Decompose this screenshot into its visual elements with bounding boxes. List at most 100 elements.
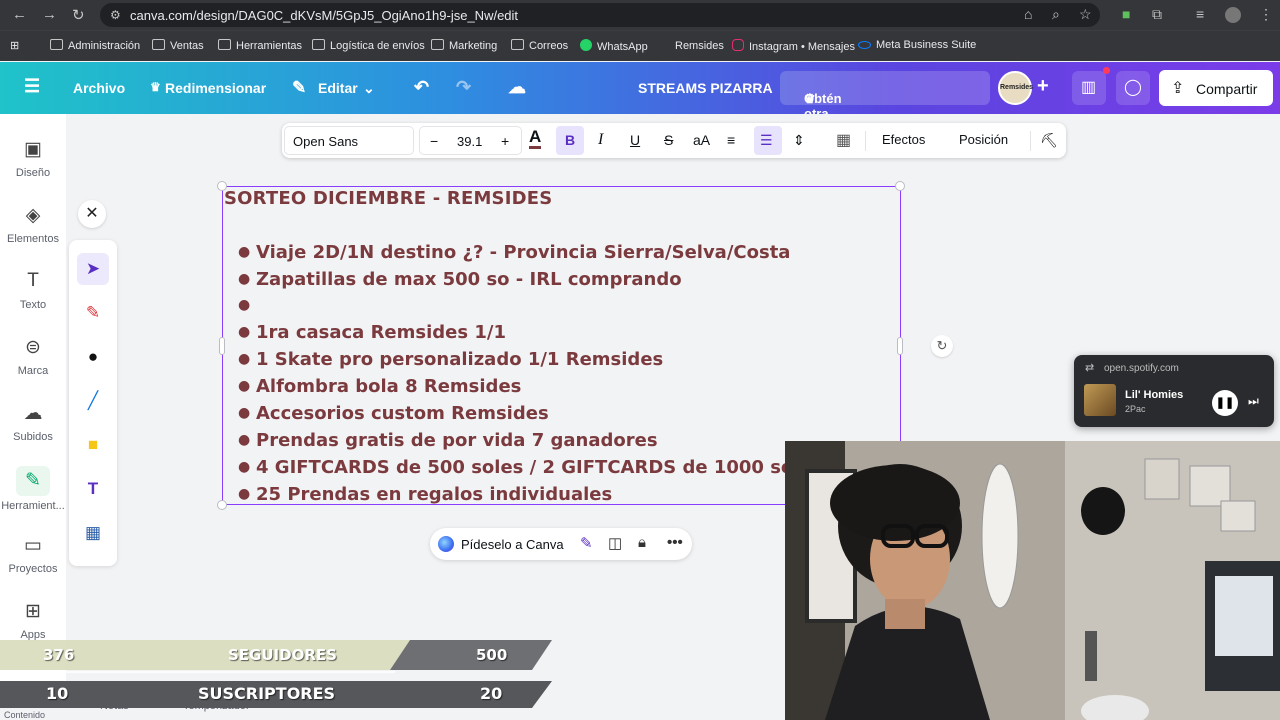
chevron-down-icon[interactable]: ⌄ [363, 80, 375, 97]
document-heading[interactable]: SORTEO DICIEMBRE - REMSIDES [224, 188, 552, 209]
menu-dots-icon[interactable]: ⋮ [1259, 6, 1273, 23]
whatsapp-icon [580, 39, 592, 51]
add-comment-icon[interactable]: ◫ [608, 534, 622, 552]
position-button[interactable]: Posición [959, 132, 1008, 147]
text-tool-icon[interactable]: T [77, 473, 109, 505]
underline-icon[interactable]: U [630, 132, 640, 148]
list-item[interactable]: ● 1ra casaca Remsides 1/1 [238, 322, 506, 343]
transparency-icon[interactable]: ▦ [836, 130, 851, 150]
effects-button[interactable]: Efectos [882, 132, 925, 147]
extensions-icon[interactable]: ⧉ [1152, 6, 1162, 23]
next-track-icon[interactable]: ⏭︎ [1248, 394, 1259, 409]
bookmark-correos[interactable]: Correos [511, 39, 568, 52]
paint-format-icon[interactable]: ⛏ [1040, 132, 1058, 149]
pause-button[interactable]: ❚❚ [1212, 390, 1238, 416]
redo-icon[interactable]: ↷ [456, 77, 471, 98]
reload-icon[interactable]: ↻ [72, 6, 85, 24]
reading-list-icon[interactable]: ≡ [1196, 6, 1204, 22]
avatar[interactable]: Remsides [998, 71, 1033, 105]
font-family-select[interactable]: Open Sans [284, 126, 414, 155]
extension-icon[interactable]: ■ [1122, 6, 1130, 22]
sidebar-item-brand[interactable]: ⊜ Marca [0, 336, 66, 377]
bookmark-star-icon[interactable]: ☆ [1079, 6, 1092, 23]
sidebar-item-elements[interactable]: ◈ Elementos [0, 204, 66, 245]
list-item[interactable]: ● [238, 295, 256, 316]
italic-icon[interactable]: I [598, 131, 603, 149]
bookmark-instagram[interactable]: Instagram • Mensajes [732, 39, 855, 53]
profile-avatar[interactable] [1225, 7, 1241, 23]
translate-icon[interactable]: ⌂ [1024, 6, 1032, 22]
sidebar-item-apps[interactable]: ⊞ Apps [0, 600, 66, 641]
strikethrough-icon[interactable]: S [664, 132, 673, 148]
decrease-size-button[interactable]: − [430, 133, 438, 149]
rotate-icon[interactable]: ↻ [931, 335, 953, 357]
undo-icon[interactable]: ↶ [414, 77, 429, 98]
list-item[interactable]: ● Accesorios custom Remsides [238, 403, 549, 424]
bookmark-whatsapp[interactable]: WhatsApp [580, 39, 648, 53]
list-item[interactable]: ● Zapatillas de max 500 so - IRL comprand… [238, 269, 682, 290]
resize-handle-top-right[interactable] [895, 181, 905, 191]
spacing-icon[interactable]: ⇕ [793, 132, 805, 149]
bold-icon[interactable]: B [565, 132, 575, 148]
list-item[interactable]: ● 4 GIFTCARDS de 500 soles / 2 GIFTCARDS … [238, 457, 822, 478]
comments-button[interactable]: ◯ [1116, 71, 1150, 105]
insights-button[interactable]: ▥ [1072, 71, 1106, 105]
document-name[interactable]: STREAMS PIZARRA [638, 80, 773, 96]
bookmark-remsides[interactable]: Remsides [658, 39, 724, 52]
more-options-icon[interactable]: ••• [667, 534, 683, 551]
bookmark-logistica[interactable]: Logística de envíos [312, 39, 425, 52]
list-item[interactable]: ● Viaje 2D/1N destino ¿? - Provincia Sier… [238, 242, 790, 263]
sidebar-item-tools[interactable]: ✎ Herramient... [0, 466, 66, 512]
resize-handle-bottom-left[interactable] [217, 500, 227, 510]
bookmark-herramientas[interactable]: Herramientas [218, 39, 302, 52]
pen-tool-icon[interactable]: ✎ [77, 297, 109, 329]
line-tool-icon[interactable]: ╱ [77, 385, 109, 417]
shape-tool-icon[interactable]: ● [77, 341, 109, 373]
sidebar-item-uploads[interactable]: ☁ Subidos [0, 402, 66, 443]
resize-menu[interactable]: Redimensionar [165, 80, 266, 96]
shapes-icon: ◈ [25, 205, 41, 226]
sidebar-item-projects[interactable]: ▭ Proyectos [0, 534, 66, 575]
close-draw-panel-button[interactable]: ✕ [78, 200, 106, 228]
hamburger-menu-icon[interactable]: ☰ [24, 76, 40, 97]
sidebar-item-design[interactable]: ▣ Diseño [0, 138, 66, 179]
sticky-note-icon[interactable]: ■ [77, 429, 109, 461]
text-color-icon[interactable]: A [529, 128, 542, 149]
file-menu[interactable]: Archivo [73, 80, 125, 96]
meta-icon [858, 41, 871, 49]
address-bar[interactable]: ⚙ canva.com/design/DAG0C_dKVsM/5GpJ5_Ogi… [100, 3, 1100, 27]
instagram-icon [732, 39, 744, 51]
ask-canva-button[interactable]: Pídeselo a Canva [461, 537, 564, 552]
letter-case-icon[interactable]: aA [693, 132, 710, 148]
share-button[interactable]: ⇪ Compartir [1159, 70, 1273, 106]
site-settings-icon[interactable]: ⚙ [110, 8, 121, 22]
list-item[interactable]: ● Alfombra bola 8 Remsides [238, 376, 521, 397]
album-cover [1084, 384, 1116, 416]
forward-icon[interactable]: → [42, 6, 57, 23]
lock-icon[interactable]: 🔒︎ [638, 534, 646, 551]
magic-write-icon[interactable]: ✎ [580, 534, 593, 552]
list-item[interactable]: ● Prendas gratis de por vida 7 ganadores [238, 430, 658, 451]
list-item[interactable]: ● 1 Skate pro personalizado 1/1 Remsides [238, 349, 663, 370]
add-collaborator-icon[interactable]: + [1037, 75, 1049, 98]
resize-handle-right[interactable] [897, 337, 903, 355]
list-item[interactable]: ● 25 Prendas en regalos individuales [238, 484, 612, 505]
increase-size-button[interactable]: + [501, 133, 509, 149]
bookmark-meta[interactable]: Meta Business Suite [858, 39, 976, 51]
resize-handle-left[interactable] [219, 337, 225, 355]
back-icon[interactable]: ← [12, 6, 27, 23]
cloud-saved-icon[interactable]: ☁ [508, 77, 526, 98]
bookmark-ventas[interactable]: Ventas [152, 39, 204, 52]
bookmark-administracion[interactable]: Administración [50, 39, 140, 52]
select-tool-icon[interactable]: ➤ [77, 253, 109, 285]
table-tool-icon[interactable]: ▦ [77, 517, 109, 549]
zoom-icon[interactable]: ⌕ [1052, 6, 1060, 23]
font-size-value[interactable]: 39.1 [457, 134, 482, 149]
sidebar-item-text[interactable]: T Texto [0, 270, 66, 311]
edit-menu[interactable]: Editar [318, 80, 358, 96]
bullet-list-icon[interactable]: ☰ [760, 132, 773, 149]
align-left-icon[interactable]: ≡ [727, 132, 735, 148]
apps-grid-icon[interactable]: ⊞ [10, 39, 19, 52]
bookmark-marketing[interactable]: Marketing [431, 39, 497, 52]
trial-button[interactable]: ♛ Obtén otra prueba por S/0 [780, 71, 990, 166]
